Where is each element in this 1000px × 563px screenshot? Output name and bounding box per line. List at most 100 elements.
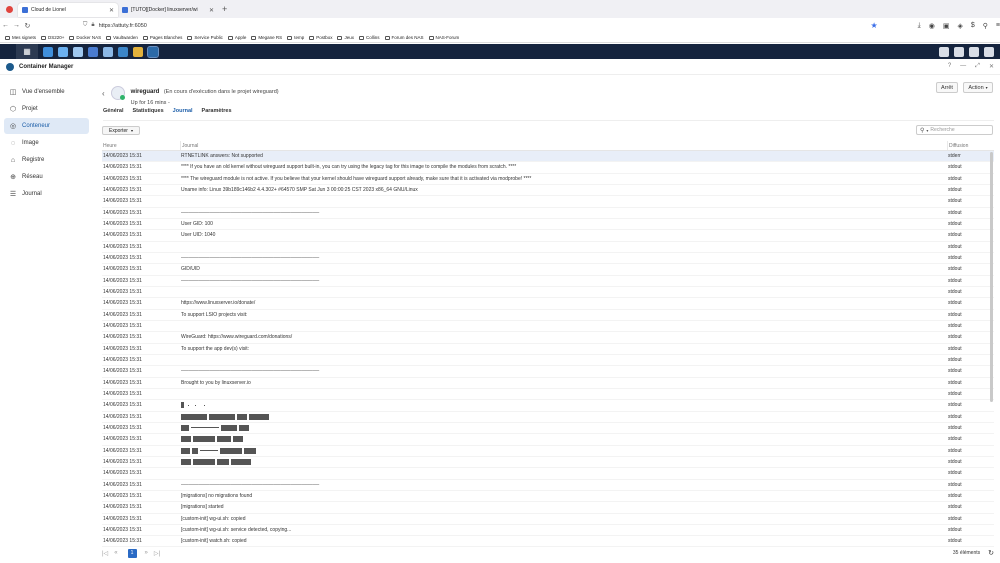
back-arrow-icon[interactable]: ‹ [102, 89, 105, 98]
sidebar-item-log[interactable]: ☰ Journal [4, 186, 89, 202]
tab-statistics[interactable]: Statistiques [132, 108, 163, 114]
extensions-icon[interactable]: ⚲ [983, 22, 988, 30]
app-icon[interactable] [103, 46, 113, 57]
table-row[interactable]: 14/06/2023 15:31 ────────────────────────… [102, 366, 994, 378]
refresh-icon[interactable]: ↻ [988, 549, 994, 557]
table-row[interactable]: 14/06/2023 15:31 stdout [102, 446, 994, 457]
next-page-icon[interactable]: » [145, 550, 148, 556]
table-row[interactable]: 14/06/2023 15:31 stdout [102, 434, 994, 446]
close-tab-icon[interactable]: ✕ [209, 7, 214, 14]
sidebar-item-container[interactable]: ◎ Conteneur [4, 118, 89, 134]
table-row[interactable]: 14/06/2023 15:31 User GID: 100 stdout [102, 219, 994, 231]
reload-icon[interactable]: ↻ [22, 22, 33, 30]
bookmark-item[interactable]: Mes signets [5, 35, 36, 40]
bookmark-item[interactable]: Collins [358, 35, 380, 40]
scrollbar[interactable] [990, 152, 993, 402]
sidebar-item-network[interactable]: ⊕ Réseau [4, 169, 89, 185]
container-manager-app-icon[interactable] [147, 45, 159, 58]
extension-icon[interactable]: ▣ [943, 22, 950, 30]
table-row[interactable]: 14/06/2023 15:31 [migrations] no migratio… [102, 491, 994, 503]
tab-settings[interactable]: Paramètres [202, 108, 232, 114]
app-icon[interactable] [73, 46, 83, 57]
tab-general[interactable]: Général [103, 108, 123, 114]
user-icon[interactable] [954, 46, 964, 57]
last-page-icon[interactable]: ▷| [154, 550, 160, 557]
bookmark-item[interactable]: Postbox [309, 35, 332, 40]
new-tab-icon[interactable]: + [222, 4, 227, 14]
column-header-time[interactable]: Heure [102, 141, 181, 150]
forward-icon[interactable]: → [11, 22, 22, 29]
table-row[interactable]: 14/06/2023 15:31 stdout [102, 423, 994, 435]
prev-page-icon[interactable]: « [114, 550, 117, 556]
table-row[interactable]: 14/06/2023 15:31 stdout [102, 355, 994, 367]
table-row[interactable]: 14/06/2023 15:31 WireGuard: https://www.w… [102, 332, 994, 344]
browser-tab[interactable]: [TUTO][Docker] linuxserver/wi ✕ [118, 3, 218, 17]
extension-icon[interactable]: $ [971, 22, 975, 30]
app-icon[interactable] [118, 46, 128, 57]
browser-menu-icon[interactable] [0, 5, 18, 13]
main-menu-icon[interactable]: ▦ [16, 44, 38, 59]
table-row[interactable]: 14/06/2023 15:31 To support LSIO projects… [102, 310, 994, 321]
table-row[interactable]: 14/06/2023 15:31 stdout [102, 412, 994, 423]
app-icon[interactable] [88, 46, 98, 57]
sidebar-item-overview[interactable]: ◫ Vue d'ensemble [4, 84, 89, 100]
browser-tab-active[interactable]: Cloud de Lionel ✕ [18, 3, 118, 17]
url-bar[interactable]: ⛉ 🔒︎ https://attuty.fr:6050 [83, 20, 871, 31]
action-dropdown[interactable]: Action ▾ [963, 82, 993, 93]
table-row[interactable]: 14/06/2023 15:31 User UID: 1040 stdout [102, 230, 994, 242]
tab-journal[interactable]: Journal [173, 108, 193, 114]
minimize-icon[interactable]: — [960, 63, 966, 70]
first-page-icon[interactable]: |◁ [102, 550, 108, 557]
table-row[interactable]: 14/06/2023 15:31 Brought to you by linuxs… [102, 378, 994, 389]
table-row[interactable]: 14/06/2023 15:31 [custom-init] wg-ui.sh: … [102, 514, 994, 525]
close-tab-icon[interactable]: ✕ [109, 7, 114, 14]
table-row[interactable]: 14/06/2023 15:31 ────────────────────────… [102, 480, 994, 491]
bookmark-star-icon[interactable]: ★ [870, 21, 877, 30]
table-row[interactable]: 14/06/2023 15:31 stdout [102, 196, 994, 208]
column-header-journal[interactable]: Journal [181, 141, 948, 150]
search-input[interactable]: ⚲ ▾ Recherche [916, 125, 993, 135]
bookmark-item[interactable]: Vaultwarden [106, 35, 138, 40]
sidebar-item-project[interactable]: ⬡ Projet [4, 101, 89, 117]
table-row[interactable]: 14/06/2023 15:31 stdout [102, 400, 994, 412]
table-row[interactable]: 14/06/2023 15:31 ────────────────────────… [102, 253, 994, 265]
table-row[interactable]: 14/06/2023 15:31 https://www.linuxserver.… [102, 298, 994, 310]
table-row[interactable]: 14/06/2023 15:31 [custom-init] wg-ui.sh: … [102, 525, 994, 537]
menu-icon[interactable]: ≡ [996, 22, 1000, 30]
app-icon[interactable] [58, 46, 68, 57]
sidebar-item-image[interactable]: ◌ Image [4, 135, 89, 151]
table-row[interactable]: 14/06/2023 15:31 stdout [102, 287, 994, 299]
chat-icon[interactable] [939, 46, 949, 57]
table-row[interactable]: 14/06/2023 15:31 Uname info: Linux 39b189… [102, 185, 994, 197]
maximize-icon[interactable]: ⤢ [975, 63, 980, 70]
bookmark-item[interactable]: Forum des NAS [384, 35, 424, 40]
app-icon[interactable] [43, 46, 53, 57]
table-row[interactable]: 14/06/2023 15:31 **** The wireguard modul… [102, 174, 994, 185]
bookmark-item[interactable]: Service Public [187, 35, 223, 40]
extension-icon[interactable]: ◉ [929, 22, 935, 30]
export-button[interactable]: Exporter ▾ [102, 126, 140, 135]
table-row[interactable]: 14/06/2023 15:31 ────────────────────────… [102, 276, 994, 287]
table-row[interactable]: 14/06/2023 15:31 GID/UID stdout [102, 264, 994, 276]
stop-button[interactable]: Arrêt [936, 82, 958, 93]
bookmark-item[interactable]: Pages Blanches [142, 35, 182, 40]
bookmark-item[interactable]: Megane RS [251, 35, 282, 40]
bookmark-item[interactable]: Apple [227, 35, 246, 40]
bookmark-item[interactable]: temp [287, 35, 304, 40]
widgets-icon[interactable] [969, 46, 979, 57]
table-row[interactable]: 14/06/2023 15:31 RTNETLINK answers: Not s… [102, 151, 994, 163]
table-row[interactable]: 14/06/2023 15:31 **** If you have an old … [102, 162, 994, 174]
close-icon[interactable]: ✕ [989, 63, 994, 70]
bookmark-item[interactable]: Docker NAS [69, 35, 101, 40]
table-row[interactable]: 14/06/2023 15:31 stdout [102, 468, 994, 480]
bookmark-item[interactable]: Jeux [337, 35, 354, 40]
table-row[interactable]: 14/06/2023 15:31 stdout [102, 389, 994, 401]
current-page[interactable]: 1 [127, 548, 137, 558]
table-row[interactable]: 14/06/2023 15:31 To support the app dev(s… [102, 344, 994, 355]
help-icon[interactable]: ? [948, 63, 951, 70]
column-header-stream[interactable]: Diffusion [948, 141, 994, 150]
table-row[interactable]: 14/06/2023 15:31 [migrations] started stdo… [102, 502, 994, 514]
table-row[interactable]: 14/06/2023 15:31 [custom-init] watch.sh: … [102, 536, 994, 548]
downloads-icon[interactable]: ⤓ [918, 22, 921, 30]
table-row[interactable]: 14/06/2023 15:31 stdout [102, 242, 994, 253]
